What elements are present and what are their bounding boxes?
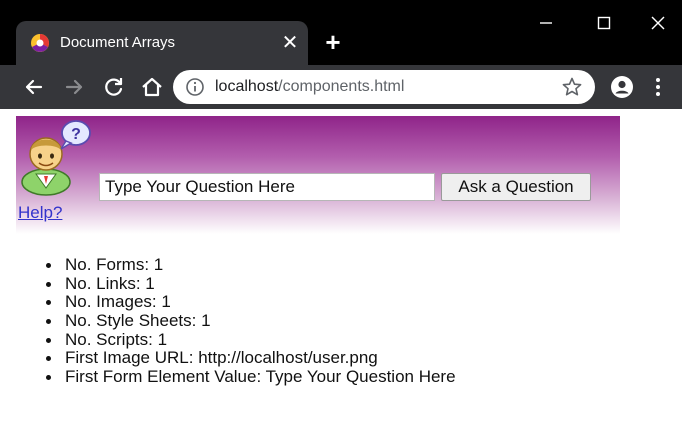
browser-tab[interactable]: Document Arrays ✕ <box>16 21 308 65</box>
url-text: localhost/components.html <box>215 77 404 97</box>
document-stats-list: No. Forms: 1 No. Links: 1 No. Images: 1 … <box>38 255 456 387</box>
reload-icon[interactable] <box>100 73 128 101</box>
list-item: No. Forms: 1 <box>38 255 456 275</box>
question-input[interactable] <box>99 173 435 201</box>
star-icon[interactable] <box>561 76 583 98</box>
list-item: First Form Element Value: Type Your Ques… <box>38 367 456 387</box>
url-host: localhost <box>215 78 279 95</box>
title-bar: Document Arrays ✕ + <box>0 0 682 65</box>
close-icon[interactable]: ✕ <box>278 31 302 55</box>
home-icon[interactable] <box>138 73 166 101</box>
forward-arrow-icon[interactable] <box>60 73 88 101</box>
list-item: No. Images: 1 <box>38 293 456 312</box>
list-item: First Image URL: http://localhost/user.p… <box>38 349 456 368</box>
svg-text:?: ? <box>71 126 81 143</box>
ask-question-button[interactable]: Ask a Question <box>441 173 591 201</box>
info-icon[interactable] <box>185 77 205 97</box>
maximize-icon[interactable] <box>584 8 624 38</box>
list-item: No. Scripts: 1 <box>38 330 456 350</box>
profile-icon[interactable] <box>610 75 634 99</box>
list-item: No. Style Sheets: 1 <box>38 311 456 331</box>
plus-icon[interactable]: + <box>320 29 346 56</box>
address-bar[interactable]: localhost/components.html <box>173 70 595 104</box>
url-path: /components.html <box>278 78 405 95</box>
help-link[interactable]: Help? <box>18 203 62 223</box>
browser-toolbar: localhost/components.html <box>0 65 682 109</box>
kebab-menu-icon[interactable] <box>650 75 666 99</box>
back-arrow-icon[interactable] <box>20 73 48 101</box>
chrome-favicon-icon <box>31 34 49 52</box>
minimize-icon[interactable] <box>526 8 566 38</box>
user-help-icon: ? <box>21 120 91 196</box>
list-item: No. Links: 1 <box>38 274 456 294</box>
tab-title: Document Arrays <box>60 34 176 51</box>
question-header: ? Help? Ask a Question <box>16 116 620 234</box>
window-close-icon[interactable] <box>638 8 678 38</box>
